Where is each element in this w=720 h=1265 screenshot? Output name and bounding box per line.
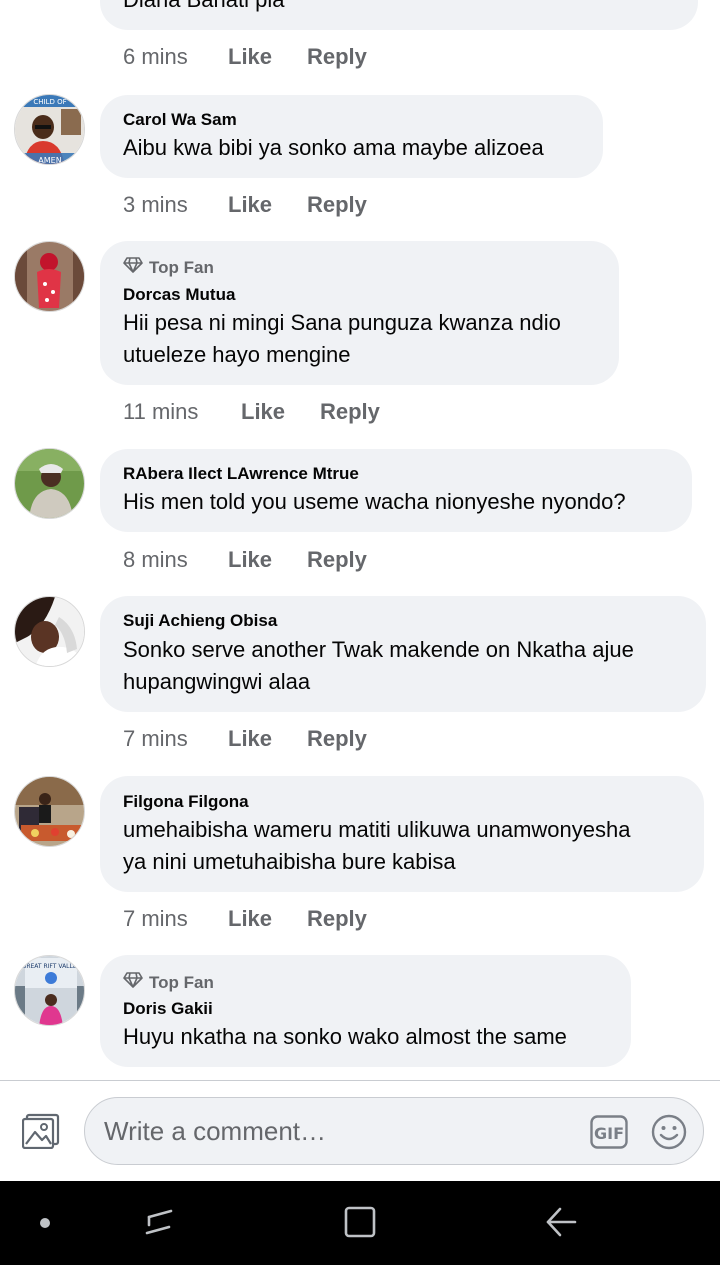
top-fan-label: Top Fan — [149, 257, 214, 277]
home-icon — [344, 1206, 376, 1238]
recents-button[interactable] — [143, 1205, 175, 1237]
avatar[interactable] — [14, 776, 85, 847]
like-button[interactable]: Like — [228, 44, 307, 70]
dot-button[interactable] — [38, 1216, 52, 1230]
comment-time: 11 mins — [123, 399, 199, 424]
commenter-name[interactable]: Doris Gakii — [123, 999, 213, 1019]
comment-text: Sonko serve another Twak makende on Nkat… — [123, 637, 634, 662]
comment-composer[interactable]: Write a comment… GIF — [84, 1097, 704, 1165]
commenter-name[interactable]: Filgona Filgona — [123, 792, 249, 812]
comment-text: ya nini umetuhaibisha bure kabisa — [123, 849, 456, 874]
comment-bubble: Top Fan Dorcas Mutua Hii pesa ni mingi S… — [100, 241, 619, 385]
comment-time: 7 mins — [123, 726, 188, 751]
diamond-icon — [123, 257, 143, 278]
avatar-text: CHILD OF — [33, 98, 66, 106]
comment-text: utueleze hayo mengine — [123, 342, 351, 367]
avatar-text: AMEN — [38, 156, 61, 165]
comment-bubble: Suji Achieng Obisa Sonko serve another T… — [100, 596, 706, 712]
comment-text: hupangwingwi alaa — [123, 669, 311, 694]
emoji-button[interactable] — [651, 1114, 687, 1150]
diamond-icon — [123, 972, 143, 993]
top-fan-label: Top Fan — [149, 972, 214, 992]
comment-text: umehaibisha wameru matiti ulikuwa unamwo… — [123, 817, 631, 842]
gif-button[interactable]: GIF — [590, 1115, 628, 1149]
comment-bubble: Top Fan Doris Gakii Huyu nkatha na sonko… — [100, 955, 631, 1067]
recents-icon — [145, 1209, 173, 1235]
divider — [0, 1080, 720, 1081]
reply-button[interactable]: Reply — [307, 906, 367, 932]
like-button[interactable]: Like — [241, 399, 320, 425]
avatar[interactable]: CHILD OF AMEN — [14, 94, 85, 165]
avatar-text: GREAT RIFT VALLEY — [22, 963, 81, 970]
comment-text: Aibu kwa bibi ya sonko ama maybe alizoea — [123, 135, 544, 160]
reply-button[interactable]: Reply — [307, 547, 367, 573]
comment-meta: 7 mins Like Reply — [123, 906, 367, 932]
like-button[interactable]: Like — [228, 726, 307, 752]
reply-button[interactable]: Reply — [307, 44, 367, 70]
comment-time: 7 mins — [123, 906, 188, 931]
dot-icon — [40, 1218, 50, 1228]
comment-time: 8 mins — [123, 547, 188, 572]
commenter-name[interactable]: Suji Achieng Obisa — [123, 611, 277, 631]
avatar[interactable]: GREAT RIFT VALLEY — [14, 955, 85, 1026]
like-button[interactable]: Like — [228, 192, 307, 218]
avatar[interactable] — [14, 241, 85, 312]
photo-button[interactable] — [21, 1113, 60, 1150]
reply-button[interactable]: Reply — [320, 399, 380, 425]
avatar[interactable] — [14, 596, 85, 667]
commenter-name[interactable]: Dorcas Mutua — [123, 285, 235, 305]
gif-icon: GIF — [590, 1115, 628, 1149]
comment-text: His men told you useme wacha nionyeshe n… — [123, 489, 626, 514]
comment-time: 6 mins — [123, 44, 188, 69]
like-button[interactable]: Like — [228, 906, 307, 932]
comment-meta: 7 mins Like Reply — [123, 726, 367, 752]
comment-input[interactable]: Write a comment… — [104, 1116, 326, 1147]
comment-meta: 3 mins Like Reply — [123, 192, 367, 218]
reply-button[interactable]: Reply — [307, 192, 367, 218]
commenter-name[interactable]: RAbera Ilect LAwrence Mtrue — [123, 464, 359, 484]
emoji-icon — [651, 1114, 687, 1150]
comment-bubble: Carol Wa Sam Aibu kwa bibi ya sonko ama … — [100, 95, 603, 178]
top-fan-badge: Top Fan — [123, 257, 214, 278]
photo-icon — [21, 1113, 60, 1153]
comment-time: 3 mins — [123, 192, 188, 217]
avatar[interactable] — [14, 448, 85, 519]
comment-text: Hii pesa ni mingi Sana punguza kwanza nd… — [123, 310, 561, 335]
reply-button[interactable]: Reply — [307, 726, 367, 752]
comment-bubble: Filgona Filgona umehaibisha wameru matit… — [100, 776, 704, 892]
home-button[interactable] — [343, 1205, 377, 1239]
back-button[interactable] — [543, 1205, 579, 1239]
comment-meta: 11 mins Like Reply — [123, 399, 380, 425]
commenter-name[interactable]: Carol Wa Sam — [123, 110, 237, 130]
comment-text: Diana Banati pia — [123, 0, 284, 16]
like-button[interactable]: Like — [228, 547, 307, 573]
back-icon — [546, 1207, 577, 1237]
comment-bubble: Diana Banati pia — [100, 0, 698, 30]
comment-bubble: RAbera Ilect LAwrence Mtrue His men told… — [100, 449, 692, 532]
top-fan-badge: Top Fan — [123, 972, 214, 993]
gif-label: GIF — [594, 1124, 624, 1143]
comment-text: Huyu nkatha na sonko wako almost the sam… — [123, 1024, 567, 1049]
system-nav-bar — [0, 1181, 720, 1265]
comment-meta: 6 mins Like Reply — [123, 44, 367, 70]
comment-meta: 8 mins Like Reply — [123, 547, 367, 573]
